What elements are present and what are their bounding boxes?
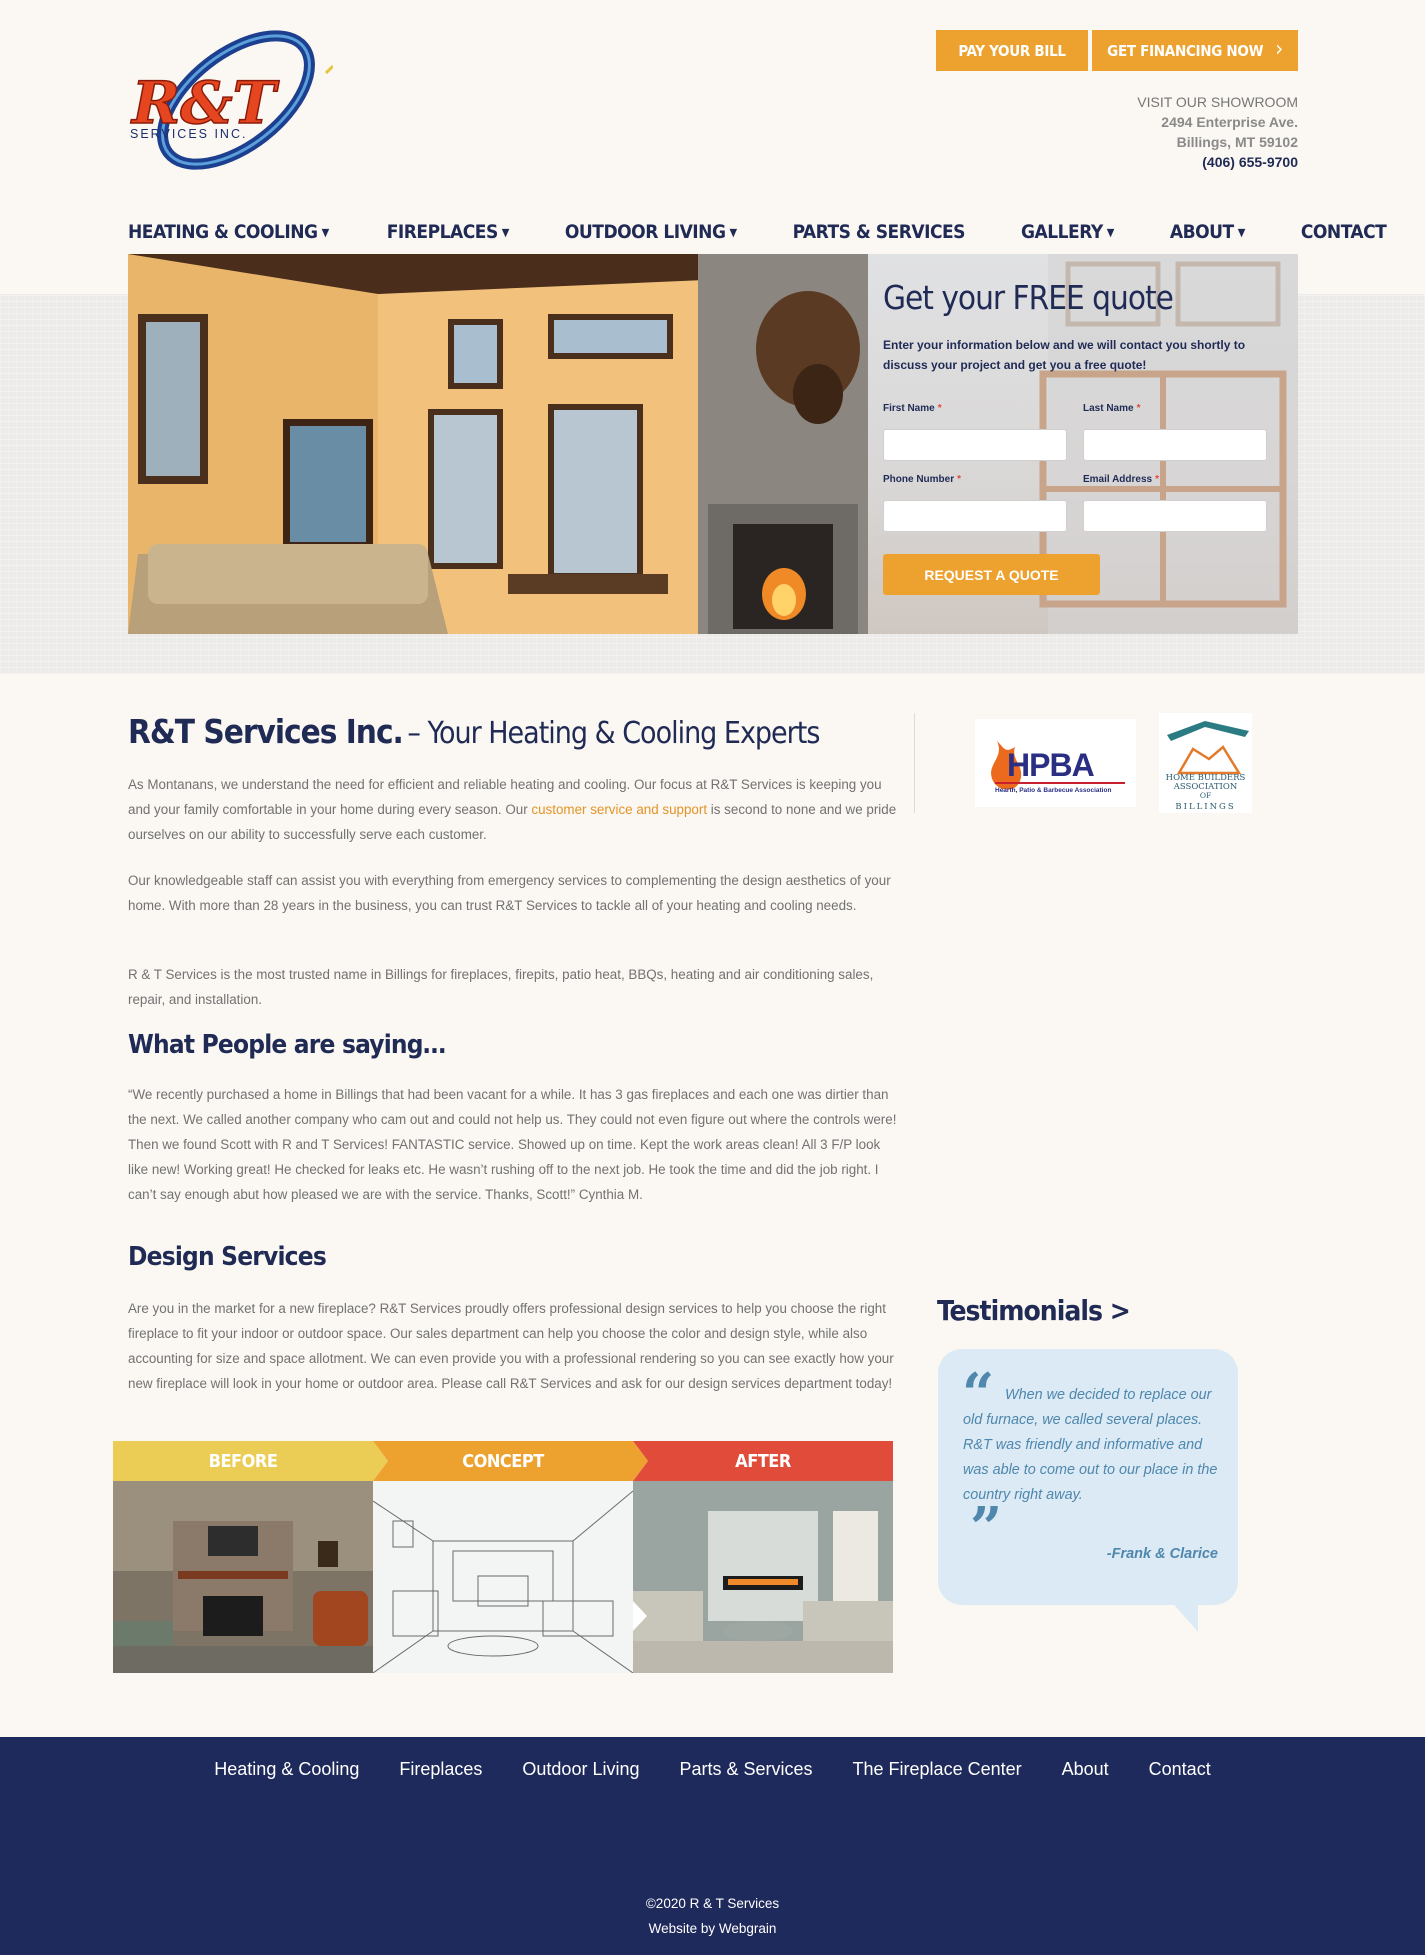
testimonial-text: When we decided to replace our old furna… (963, 1387, 1218, 1503)
hpba-badge[interactable]: HPBA Hearth, Patio & Barbecue Associatio… (975, 719, 1136, 807)
pay-bill-label: PAY YOUR BILL (958, 41, 1066, 60)
showroom-heading: VISIT OUR SHOWROOM (1137, 94, 1298, 110)
email-input[interactable] (1083, 500, 1267, 532)
first-name-label: First Name * (883, 403, 942, 414)
nav-label: OUTDOOR LIVING (564, 221, 726, 243)
page-title: R&T Services Inc. – Your Heating & Cooli… (128, 712, 820, 751)
footer-link-about[interactable]: About (1062, 1759, 1109, 1780)
nav-label: PARTS & SERVICES (792, 221, 966, 243)
nav-label: FIREPLACES (386, 221, 499, 243)
quote-description: Enter your information below and we will… (883, 338, 1246, 372)
showroom-info: VISIT OUR SHOWROOM 2494 Enterprise Ave. … (1137, 92, 1298, 172)
design-services-paragraph: Are you in the market for a new fireplac… (128, 1301, 894, 1391)
nav-label: GALLERY (1021, 221, 1103, 243)
nav-label: HEATING & COOLING (128, 221, 318, 243)
nav-label: CONTACT (1300, 221, 1387, 243)
chevron-right-icon: › (1275, 37, 1283, 62)
footer-copyright-block: ©2020 R & T Services Website by Webgrain (0, 1891, 1425, 1941)
logo-subtext: SERVICES INC. (130, 127, 247, 141)
staff-paragraph: Our knowledgeable staff can assist you w… (128, 873, 891, 913)
get-financing-button[interactable]: GET FINANCING NOW › (1092, 30, 1298, 71)
hpba-logo-text: HPBA (1007, 747, 1095, 783)
after-photo[interactable] (633, 1481, 893, 1673)
testimonial-author: -Frank & Clarice (1106, 1546, 1218, 1562)
caret-down-icon: ▼ (1106, 226, 1115, 239)
footer-link-contact[interactable]: Contact (1149, 1759, 1211, 1780)
concept-sketch[interactable] (373, 1481, 633, 1673)
quote-title: Get your FREE quote (883, 278, 1174, 317)
home-builders-badge[interactable]: HOME BUILDERS ASSOCIATION OF BILLINGS (1159, 713, 1252, 813)
last-name-label: Last Name * (1083, 403, 1140, 414)
customer-service-link[interactable]: customer service and support (531, 802, 707, 817)
phone-input[interactable] (883, 500, 1067, 532)
required-mark: * (957, 474, 962, 485)
last-name-input[interactable] (1083, 429, 1267, 461)
request-quote-button[interactable]: REQUEST A QUOTE (883, 554, 1100, 595)
caret-down-icon: ▼ (501, 226, 510, 239)
last-name-label-text: Last Name (1083, 403, 1134, 414)
main-nav: HEATING & COOLING ▼ FIREPLACES ▼ OUTDOOR L… (128, 217, 1387, 247)
quote-form-panel: Get your FREE quote Enter your informati… (868, 254, 1298, 634)
nav-item-gallery[interactable]: GALLERY ▼ (1021, 221, 1114, 243)
testimonials-link[interactable]: Testimonials > (937, 1294, 1131, 1327)
nav-item-parts-services[interactable]: PARTS & SERVICES (792, 221, 966, 243)
footer-link-heating-cooling[interactable]: Heating & Cooling (214, 1759, 359, 1780)
nav-item-fireplaces[interactable]: FIREPLACES ▼ (386, 221, 510, 243)
hba-line-4: BILLINGS (1175, 802, 1235, 812)
stage-concept-label: CONCEPT (462, 1450, 544, 1472)
phone-label: Phone Number * (883, 474, 961, 485)
required-mark: * (937, 403, 942, 414)
pay-bill-button[interactable]: PAY YOUR BILL (936, 30, 1088, 71)
testimonial-bubble-tail (1170, 1600, 1198, 1632)
living-room-photo (128, 254, 868, 634)
caret-down-icon: ▼ (321, 226, 330, 239)
showroom-phone[interactable]: (406) 655-9700 (1137, 152, 1298, 172)
email-label-text: Email Address (1083, 474, 1153, 485)
nav-item-about[interactable]: ABOUT ▼ (1170, 221, 1245, 243)
financing-label: GET FINANCING NOW (1107, 41, 1264, 60)
nav-item-contact[interactable]: CONTACT (1301, 221, 1387, 243)
hpba-caption: Hearth, Patio & Barbecue Association (995, 787, 1111, 794)
nav-item-heating-cooling[interactable]: HEATING & COOLING ▼ (128, 221, 329, 243)
stage-after-label: AFTER (735, 1450, 791, 1472)
webgrain-credit-link[interactable]: Website by Webgrain (0, 1916, 1425, 1941)
close-quote-icon: ” (970, 1495, 1003, 1561)
company-logo[interactable]: R&T SERVICES INC. (128, 28, 333, 176)
review-paragraph: “We recently purchased a home in Billing… (128, 1087, 897, 1202)
phone-label-text: Phone Number (883, 474, 955, 485)
sidebar-divider (914, 713, 915, 813)
reviews-heading: What People are saying… (128, 1030, 446, 1060)
caret-down-icon: ▼ (1237, 226, 1246, 239)
request-quote-label: REQUEST A QUOTE (924, 566, 1059, 583)
caret-down-icon: ▼ (729, 226, 738, 239)
nav-label: ABOUT (1169, 221, 1234, 243)
showroom-city: Billings, MT 59102 (1176, 134, 1298, 150)
hba-line-3: OF (1200, 791, 1211, 800)
nav-item-outdoor-living[interactable]: OUTDOOR LIVING ▼ (565, 221, 737, 243)
footer-link-outdoor-living[interactable]: Outdoor Living (522, 1759, 639, 1780)
footer-nav: Heating & Cooling Fireplaces Outdoor Liv… (0, 1759, 1425, 1780)
before-photo[interactable] (113, 1481, 373, 1673)
page-title-strong: R&T Services Inc. (128, 712, 404, 751)
footer: Heating & Cooling Fireplaces Outdoor Liv… (0, 1737, 1425, 1955)
before-concept-after: BEFORE CONCEPT AFTER (113, 1441, 893, 1673)
copyright-text: ©2020 R & T Services (645, 1896, 780, 1911)
first-name-input[interactable] (883, 429, 1067, 461)
intro-paragraph: As Montanans, we understand the need for… (128, 772, 898, 847)
footer-link-fireplaces[interactable]: Fireplaces (399, 1759, 482, 1780)
hero: Get your FREE quote Enter your informati… (128, 254, 1298, 634)
header-actions: PAY YOUR BILL GET FINANCING NOW › (936, 30, 1298, 71)
required-mark: * (1136, 403, 1141, 414)
stage-before-label: BEFORE (208, 1450, 278, 1472)
trusted-paragraph: R & T Services is the most trusted name … (128, 967, 874, 1007)
first-name-label-text: First Name (883, 403, 935, 414)
required-mark: * (1155, 474, 1160, 485)
email-label: Email Address * (1083, 474, 1159, 485)
showroom-street: 2494 Enterprise Ave. (1161, 114, 1298, 130)
design-services-heading: Design Services (128, 1242, 327, 1272)
footer-link-fireplace-center[interactable]: The Fireplace Center (853, 1759, 1022, 1780)
page-title-light: – Your Heating & Cooling Experts (407, 716, 820, 751)
footer-link-parts-services[interactable]: Parts & Services (679, 1759, 812, 1780)
